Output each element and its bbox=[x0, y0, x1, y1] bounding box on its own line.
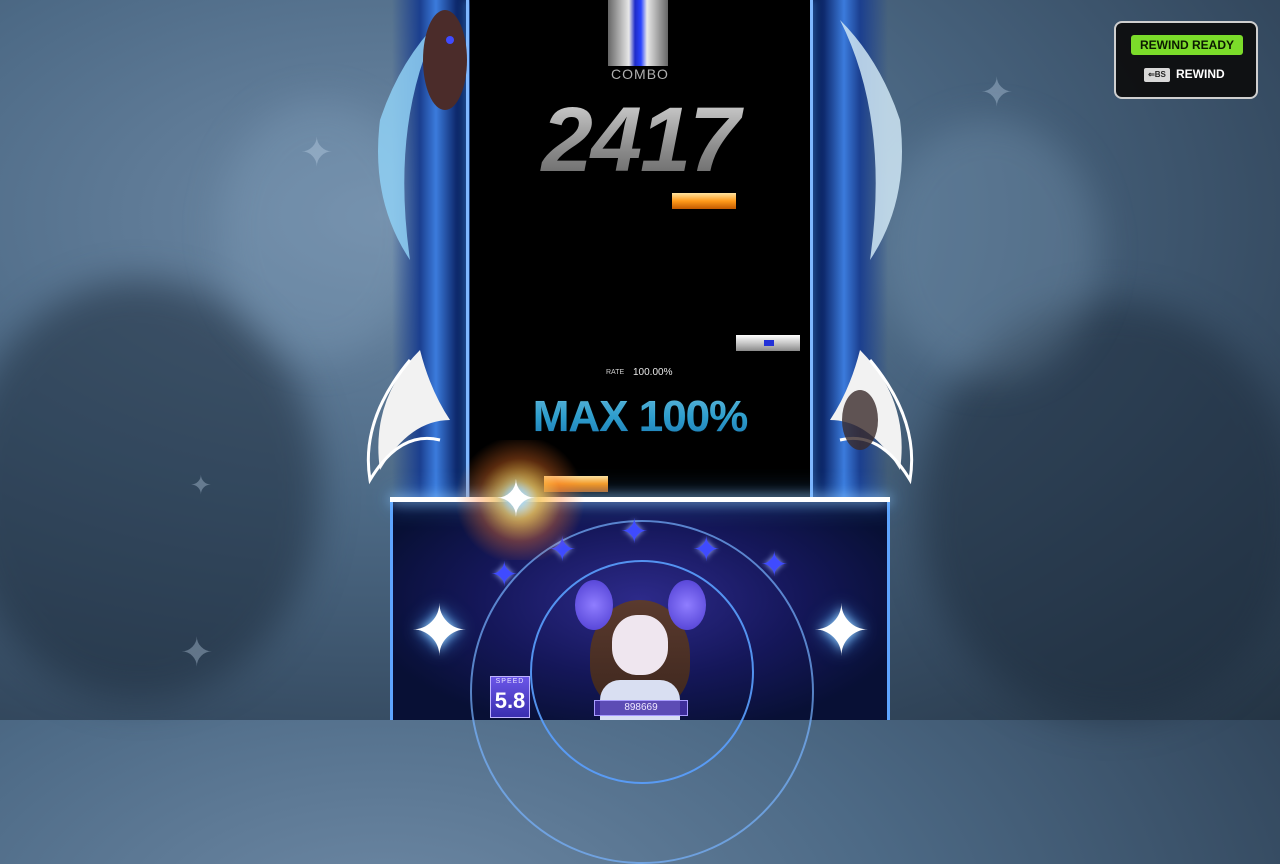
score-display: 898669 bbox=[594, 700, 688, 716]
star-ornament: ✦ bbox=[760, 546, 789, 584]
right-wing-ornament bbox=[830, 20, 914, 485]
left-wing-ornament bbox=[366, 10, 467, 485]
lane-highlight bbox=[608, 0, 668, 66]
character-face bbox=[612, 615, 668, 675]
speed-label: SPEED bbox=[495, 678, 525, 685]
star-ornament: ✦ bbox=[490, 556, 519, 594]
combo-label: COMBO bbox=[611, 66, 669, 82]
rewind-button[interactable]: REWIND bbox=[1176, 67, 1225, 81]
note-white bbox=[736, 335, 800, 351]
speed-value: 5.8 bbox=[494, 688, 526, 713]
backspace-key-icon: ⇐BS bbox=[1144, 68, 1170, 82]
rewind-ready-badge: REWIND READY bbox=[1131, 35, 1243, 55]
sparkle-icon: ✦ bbox=[812, 592, 871, 670]
judgement-text: MAX 100% bbox=[470, 392, 810, 442]
star-ornament: ✦ bbox=[692, 531, 721, 569]
combo-counter: 2417 bbox=[470, 88, 810, 193]
note-blue-marker bbox=[764, 340, 774, 346]
sparkle-icon: ✦ bbox=[495, 471, 537, 527]
character-bow bbox=[575, 580, 613, 630]
playfield: COMBO 2417 RATE 100.00% MAX 100% bbox=[470, 0, 810, 500]
rewind-panel: REWIND READY ⇐BS REWIND bbox=[1114, 21, 1258, 99]
speed-indicator: SPEED 5.8 bbox=[490, 676, 530, 718]
character-bow bbox=[668, 580, 706, 630]
sparkle-icon: ✦ bbox=[410, 592, 469, 670]
rate-label: RATE bbox=[606, 369, 625, 376]
star-ornament: ✦ bbox=[620, 513, 649, 551]
rate-value: 100.00% bbox=[633, 367, 673, 378]
note-orange bbox=[672, 193, 736, 209]
